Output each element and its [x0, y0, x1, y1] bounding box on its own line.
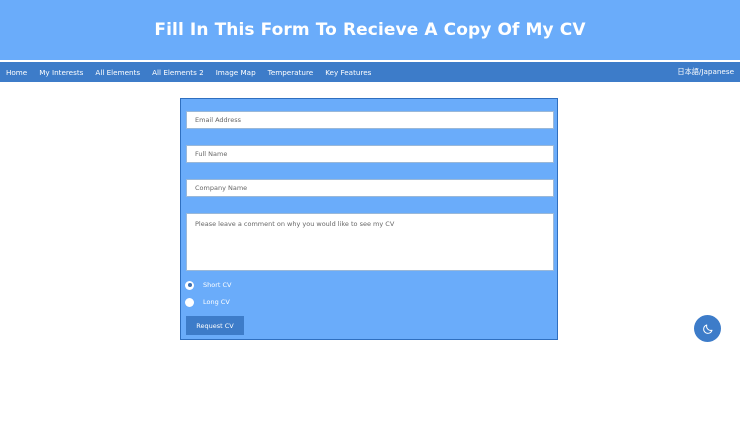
nav-item-language[interactable]: 日本語/Japanese	[677, 67, 734, 77]
page-title: Fill In This Form To Recieve A Copy Of M…	[154, 20, 586, 40]
comment-textarea[interactable]: Please leave a comment on why you would …	[186, 213, 554, 271]
short-cv-option[interactable]: Short CV	[185, 279, 232, 291]
company-name-field[interactable]: Company Name	[186, 179, 554, 197]
short-cv-label: Short CV	[203, 281, 232, 289]
nav-item-key-features[interactable]: Key Features	[325, 68, 371, 77]
email-field[interactable]: Email Address	[186, 111, 554, 129]
long-cv-label: Long CV	[203, 298, 230, 306]
nav-item-my-interests[interactable]: My Interests	[39, 68, 83, 77]
nav-item-all-elements-2[interactable]: All Elements 2	[152, 68, 204, 77]
full-name-field[interactable]: Full Name	[186, 145, 554, 163]
page-header: Fill In This Form To Recieve A Copy Of M…	[0, 0, 740, 60]
nav-bar: Home My Interests All Elements All Eleme…	[0, 62, 740, 82]
nav-item-image-map[interactable]: Image Map	[216, 68, 256, 77]
request-cv-button[interactable]: Request CV	[186, 316, 244, 335]
long-cv-radio[interactable]	[185, 297, 194, 307]
cv-request-form: Email Address Full Name Company Name Ple…	[180, 98, 558, 340]
nav-item-home[interactable]: Home	[6, 68, 27, 77]
nav-item-temperature[interactable]: Temperature	[268, 68, 314, 77]
moon-icon	[702, 324, 712, 334]
short-cv-radio[interactable]	[185, 280, 194, 290]
dark-mode-toggle-button[interactable]	[694, 315, 721, 342]
nav-item-all-elements[interactable]: All Elements	[95, 68, 140, 77]
long-cv-option[interactable]: Long CV	[185, 296, 230, 308]
